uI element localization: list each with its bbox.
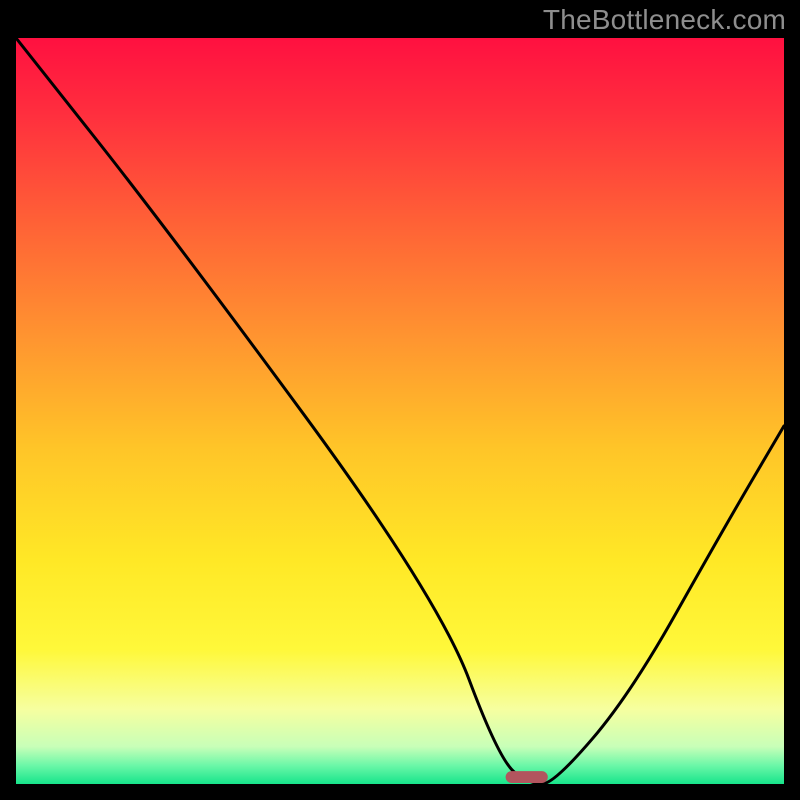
- optimal-marker: [506, 771, 548, 783]
- gradient-background: [16, 38, 784, 784]
- bottleneck-chart: [16, 38, 784, 784]
- chart-frame: TheBottleneck.com: [0, 0, 800, 800]
- plot-area: [16, 38, 784, 784]
- watermark-text: TheBottleneck.com: [543, 4, 786, 36]
